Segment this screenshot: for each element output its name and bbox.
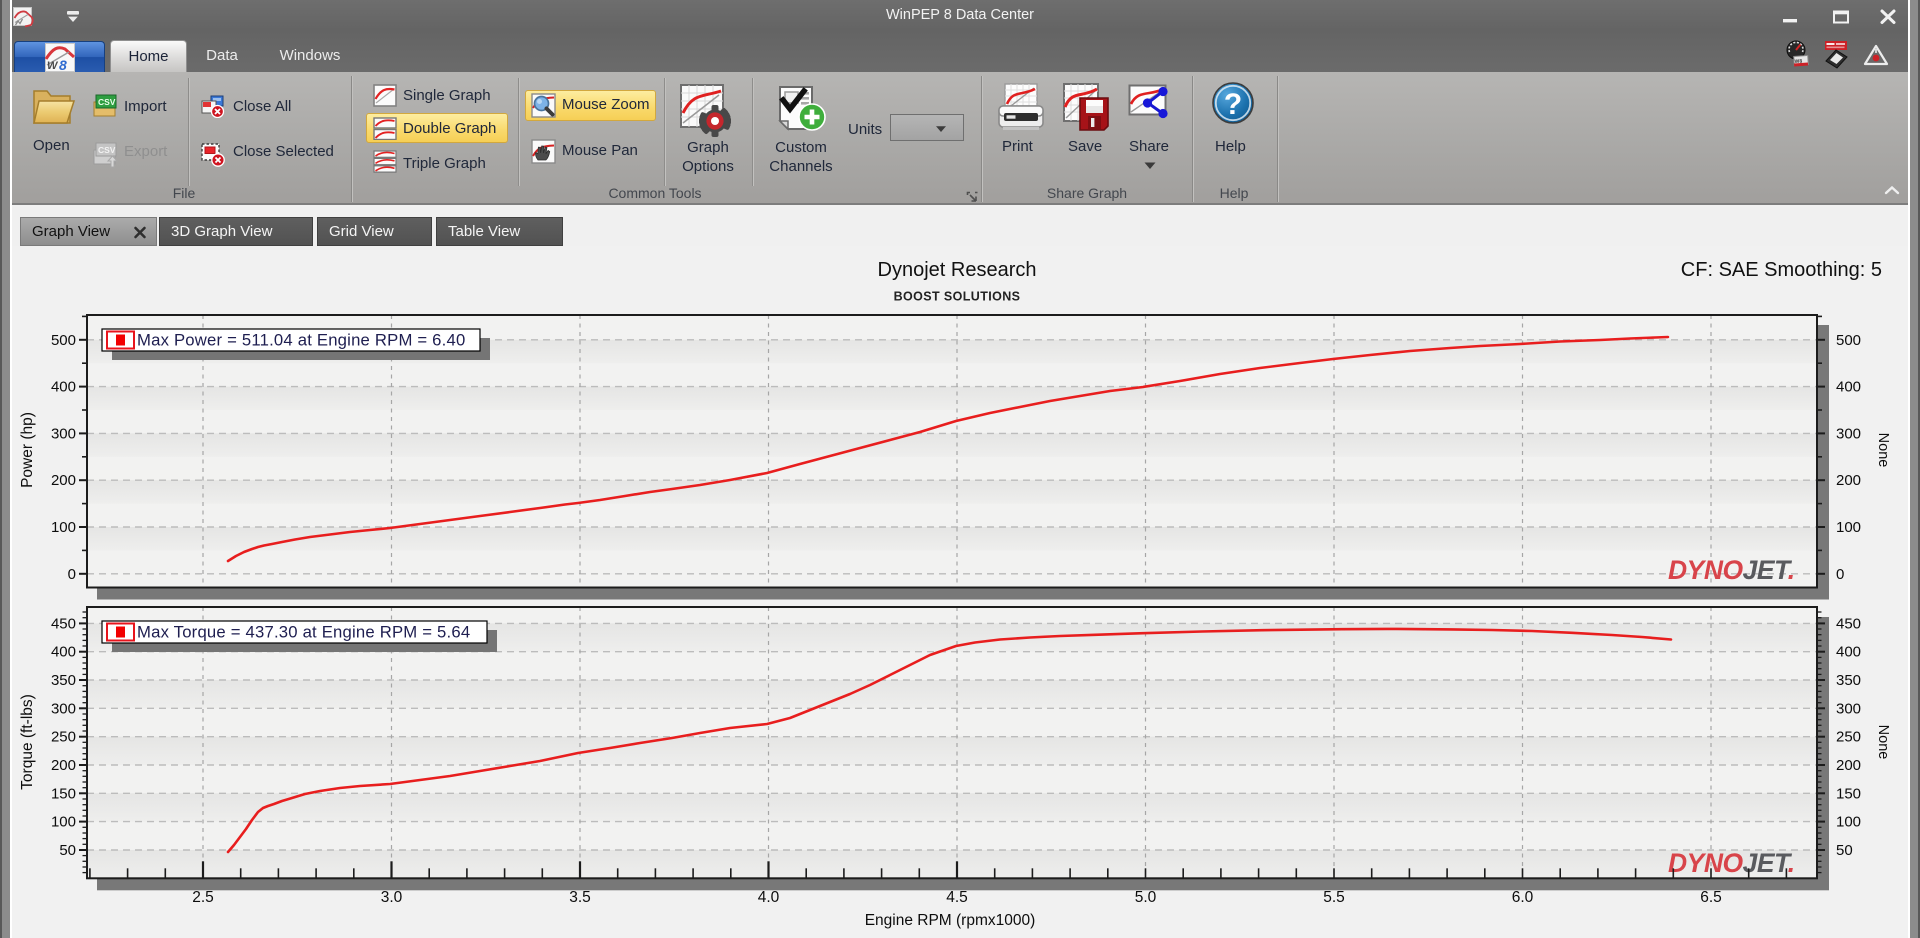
svg-text:50: 50 bbox=[1836, 842, 1853, 859]
svg-text:300: 300 bbox=[1836, 700, 1861, 717]
svg-text:250: 250 bbox=[1836, 729, 1861, 746]
svg-text:200: 200 bbox=[51, 472, 76, 489]
svg-text:450: 450 bbox=[51, 615, 76, 632]
svg-text:150: 150 bbox=[1836, 785, 1861, 802]
svg-text:300: 300 bbox=[51, 700, 76, 717]
svg-text:6.5: 6.5 bbox=[1700, 889, 1722, 906]
svg-text:Engine RPM (rpmx1000): Engine RPM (rpmx1000) bbox=[865, 912, 1036, 929]
svg-text:BOOST SOLUTIONS: BOOST SOLUTIONS bbox=[894, 290, 1021, 304]
svg-text:None: None bbox=[1875, 725, 1891, 760]
svg-text:50: 50 bbox=[59, 842, 76, 859]
svg-text:W: W bbox=[47, 60, 59, 72]
svg-text:CSV: CSV bbox=[98, 145, 116, 155]
svg-text:500: 500 bbox=[51, 332, 76, 349]
svg-text:100: 100 bbox=[1836, 519, 1861, 536]
svg-text:?: ? bbox=[1224, 88, 1242, 121]
svg-text:350: 350 bbox=[1836, 672, 1861, 689]
svg-text:0: 0 bbox=[68, 566, 76, 583]
svg-text:Max Power = 511.04 at Engine R: Max Power = 511.04 at Engine RPM = 6.40 bbox=[137, 331, 465, 350]
svg-text:6.0: 6.0 bbox=[1512, 889, 1534, 906]
svg-text:8: 8 bbox=[59, 57, 67, 72]
svg-text:3.5: 3.5 bbox=[569, 889, 591, 906]
svg-text:Dynojet Research: Dynojet Research bbox=[878, 259, 1037, 281]
svg-text:200: 200 bbox=[1836, 757, 1861, 774]
svg-text:500: 500 bbox=[1836, 332, 1861, 349]
svg-text:300: 300 bbox=[51, 425, 76, 442]
svg-text:Max Torque = 437.30 at Engine: Max Torque = 437.30 at Engine RPM = 5.64 bbox=[137, 623, 470, 642]
svg-text:3.0: 3.0 bbox=[381, 889, 403, 906]
svg-text:100: 100 bbox=[51, 814, 76, 831]
svg-text:Power (hp): Power (hp) bbox=[19, 412, 36, 488]
svg-text:300: 300 bbox=[1836, 425, 1861, 442]
svg-text:200: 200 bbox=[51, 757, 76, 774]
svg-text:350: 350 bbox=[51, 672, 76, 689]
svg-text:4.5: 4.5 bbox=[946, 889, 968, 906]
svg-text:150: 150 bbox=[51, 785, 76, 802]
svg-text:CF: SAE Smoothing: 5: CF: SAE Smoothing: 5 bbox=[1681, 259, 1882, 281]
svg-text:200: 200 bbox=[1836, 472, 1861, 489]
svg-text:DYNOJET.: DYNOJET. bbox=[1668, 555, 1795, 585]
svg-text:400: 400 bbox=[51, 644, 76, 661]
svg-text:2.5: 2.5 bbox=[192, 889, 214, 906]
svg-text:100: 100 bbox=[51, 519, 76, 536]
svg-text:400: 400 bbox=[51, 379, 76, 396]
svg-text:0: 0 bbox=[1836, 566, 1844, 583]
svg-text:100: 100 bbox=[1836, 814, 1861, 831]
svg-text:None: None bbox=[1875, 433, 1891, 468]
svg-text:250: 250 bbox=[51, 729, 76, 746]
svg-text:W8: W8 bbox=[1795, 59, 1803, 66]
svg-text:5.5: 5.5 bbox=[1323, 889, 1345, 906]
svg-text:DYNOJET.: DYNOJET. bbox=[1668, 848, 1795, 878]
svg-text:400: 400 bbox=[1836, 379, 1861, 396]
svg-text:CSV: CSV bbox=[98, 97, 116, 107]
svg-text:450: 450 bbox=[1836, 615, 1861, 632]
svg-text:4.0: 4.0 bbox=[758, 889, 780, 906]
svg-text:400: 400 bbox=[1836, 644, 1861, 661]
svg-text:5.0: 5.0 bbox=[1135, 889, 1157, 906]
svg-text:Torque (ft-lbs): Torque (ft-lbs) bbox=[19, 694, 36, 790]
